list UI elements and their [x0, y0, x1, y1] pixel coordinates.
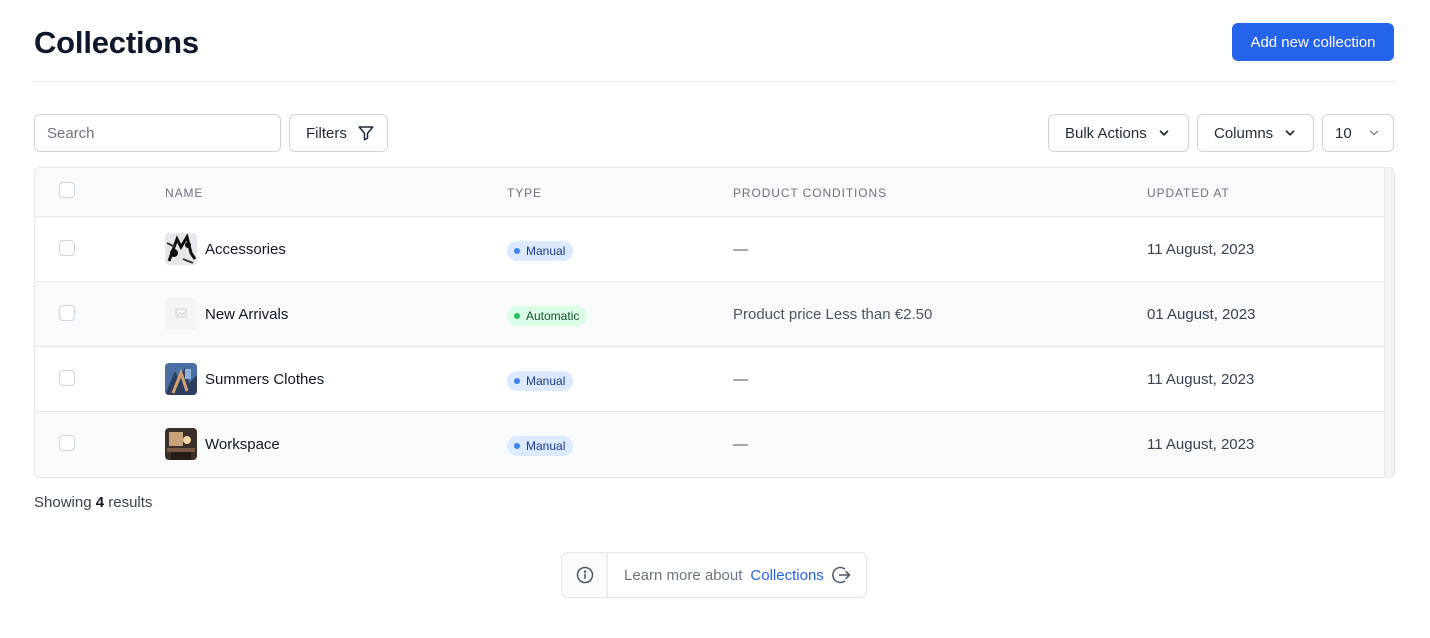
showing-prefix: Showing — [34, 494, 92, 511]
type-badge: Manual — [507, 241, 574, 261]
learn-more-text: Learn more about — [624, 566, 743, 584]
column-header-name[interactable]: Name — [165, 186, 203, 200]
per-page-select[interactable]: 10 — [1322, 114, 1394, 152]
table-header: Name Type Product conditions Updated at — [35, 168, 1385, 217]
updated-at: 11 August, 2023 — [1147, 241, 1255, 258]
updated-at: 11 August, 2023 — [1147, 436, 1255, 453]
column-header-type[interactable]: Type — [507, 186, 542, 200]
table-row[interactable]: Workspace Manual — 11 August, 2023 — [35, 412, 1385, 477]
product-conditions: — — [733, 371, 748, 388]
table-row[interactable]: Summers Clothes Manual — 11 August, 2023 — [35, 347, 1385, 412]
table-row[interactable]: Accessories Manual — 11 August, 2023 — [35, 217, 1385, 282]
toolbar: Filters Bulk Actions Columns 10 — [34, 114, 1394, 152]
collection-name[interactable]: Accessories — [205, 241, 286, 258]
table-row[interactable]: New Arrivals Automatic Product price Les… — [35, 282, 1385, 347]
learn-more-banner: Learn more about Collections — [561, 552, 867, 598]
type-badge: Manual — [507, 436, 574, 456]
column-header-updated-at[interactable]: Updated at — [1147, 186, 1230, 200]
columns-dropdown[interactable]: Columns — [1197, 114, 1314, 152]
page-title: Collections — [34, 25, 199, 60]
status-dot-icon — [514, 443, 520, 449]
bulk-actions-label: Bulk Actions — [1065, 124, 1147, 142]
type-badge: Manual — [507, 371, 574, 391]
chevron-down-icon — [1367, 126, 1381, 140]
row-checkbox[interactable] — [59, 240, 75, 256]
type-label: Manual — [526, 244, 566, 258]
chevron-down-icon — [1283, 126, 1297, 140]
bulk-actions-dropdown[interactable]: Bulk Actions — [1048, 114, 1189, 152]
collection-thumbnail — [165, 428, 197, 460]
table-scrollbar[interactable] — [1384, 168, 1394, 477]
collection-thumbnail — [165, 363, 197, 395]
type-label: Manual — [526, 439, 566, 453]
image-placeholder-icon — [165, 298, 197, 330]
results-number: 4 — [95, 494, 105, 511]
collection-name[interactable]: Workspace — [205, 436, 280, 453]
chevron-down-icon — [1157, 126, 1171, 140]
filters-label: Filters — [306, 124, 347, 142]
filters-button[interactable]: Filters — [289, 114, 388, 152]
collections-docs-link[interactable]: Collections — [750, 567, 823, 584]
updated-at: 11 August, 2023 — [1147, 371, 1255, 388]
search-input[interactable] — [34, 114, 281, 152]
row-checkbox[interactable] — [59, 305, 75, 321]
type-label: Automatic — [526, 309, 580, 323]
status-dot-icon — [514, 378, 520, 384]
info-icon — [562, 553, 608, 597]
results-count: Showing 4 results — [34, 494, 152, 511]
collections-table: Name Type Product conditions Updated at … — [34, 167, 1395, 478]
status-dot-icon — [514, 248, 520, 254]
product-conditions: — — [733, 241, 748, 258]
columns-label: Columns — [1214, 124, 1274, 142]
collection-name[interactable]: Summers Clothes — [205, 371, 324, 388]
collection-name[interactable]: New Arrivals — [205, 306, 288, 323]
column-header-product-conditions[interactable]: Product conditions — [733, 186, 887, 200]
arrow-right-circle-icon[interactable] — [831, 565, 852, 585]
type-label: Manual — [526, 374, 566, 388]
filter-icon — [357, 124, 375, 142]
select-all-checkbox[interactable] — [59, 182, 75, 198]
page-header: Collections Add new collection — [34, 22, 1394, 82]
collection-thumbnail — [165, 233, 197, 265]
row-checkbox[interactable] — [59, 435, 75, 451]
product-conditions: Product price Less than €2.50 — [733, 306, 933, 323]
showing-suffix: results — [108, 494, 153, 511]
product-conditions: — — [733, 436, 748, 453]
type-badge: Automatic — [507, 306, 588, 326]
per-page-value: 10 — [1335, 124, 1352, 142]
updated-at: 01 August, 2023 — [1147, 306, 1256, 323]
add-new-collection-button[interactable]: Add new collection — [1232, 23, 1394, 61]
row-checkbox[interactable] — [59, 370, 75, 386]
status-dot-icon — [514, 313, 520, 319]
